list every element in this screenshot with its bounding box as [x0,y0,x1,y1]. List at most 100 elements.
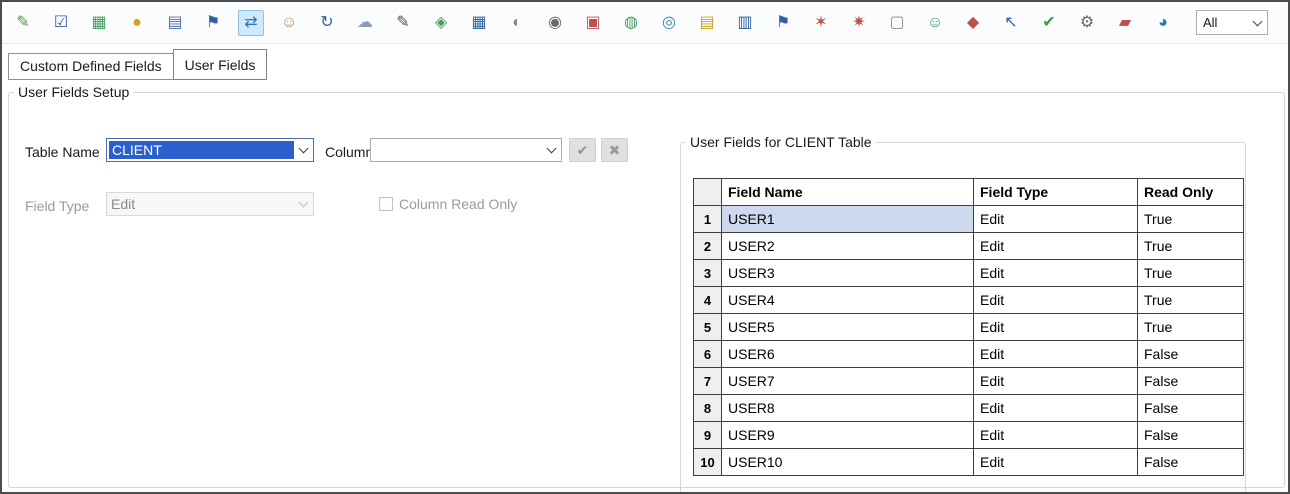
column-read-only-checkbox: Column Read Only [379,196,517,212]
read-only-cell[interactable]: False [1138,368,1244,395]
tab-user-fields[interactable]: User Fields [173,49,268,80]
chevron-down-icon[interactable] [542,139,561,161]
field-name-cell[interactable]: USER5 [722,314,974,341]
table-row: 8 USER8 Edit False [694,395,1244,422]
close-icon: ✖ [609,142,621,159]
field-name-cell[interactable]: USER10 [722,449,974,476]
table-row: 6 USER6 Edit False [694,341,1244,368]
grid-body: 1 USER1 Edit True 2 USER2 Edit True 3 US… [694,206,1244,476]
row-number-cell[interactable]: 2 [694,233,722,260]
diagram-icon[interactable]: ◈ [428,10,454,36]
row-number-cell[interactable]: 3 [694,260,722,287]
field-type-cell[interactable]: Edit [974,206,1138,233]
node-red2-icon[interactable]: ✷ [846,10,872,36]
gear-icon[interactable]: ⚙ [1074,10,1100,36]
printer-icon[interactable]: ▣ [580,10,606,36]
row-number-cell[interactable]: 4 [694,287,722,314]
grid-corner-cell[interactable] [694,179,722,206]
read-only-cell[interactable]: False [1138,395,1244,422]
flag-icon[interactable]: ⚑ [200,10,226,36]
field-name-cell[interactable]: USER8 [722,395,974,422]
table-header-row: Field Name Field Type Read Only [694,179,1244,206]
field-type-cell[interactable]: Edit [974,422,1138,449]
read-only-cell[interactable]: True [1138,287,1244,314]
cloud-icon[interactable]: ☁ [352,10,378,36]
node-red-icon[interactable]: ✶ [808,10,834,36]
database-icon[interactable]: ◍ [618,10,644,36]
pen-icon[interactable]: ✎ [390,10,416,36]
globe-icon[interactable]: ◎ [656,10,682,36]
table-row: 10 USER10 Edit False [694,449,1244,476]
field-type-cell[interactable]: Edit [974,260,1138,287]
read-only-cell[interactable]: True [1138,206,1244,233]
document-icon[interactable]: ▥ [732,10,758,36]
chart-icon[interactable]: ▦ [86,10,112,36]
read-only-cell[interactable]: True [1138,260,1244,287]
field-name-cell[interactable]: USER2 [722,233,974,260]
column-read-only-label: Column Read Only [399,196,517,212]
table-row: 2 USER2 Edit True [694,233,1244,260]
field-type-cell[interactable]: Edit [974,449,1138,476]
row-number-cell[interactable]: 9 [694,422,722,449]
table-row: 5 USER5 Edit True [694,314,1244,341]
user-fields-grid-group: User Fields for CLIENT Table Field Name … [680,134,1246,494]
column-combobox[interactable] [370,138,562,162]
user-fields-setup-title: User Fields Setup [14,84,133,100]
car-icon[interactable]: ▰ [1112,10,1138,36]
user-fields-table: Field Name Field Type Read Only 1 USER1 … [693,178,1244,476]
col-header-field-type[interactable]: Field Type [974,179,1138,206]
row-number-cell[interactable]: 7 [694,368,722,395]
copy-icon[interactable]: ▤ [162,10,188,36]
user-fields-icon[interactable]: ⇄ [238,10,264,36]
sphere-icon[interactable]: ◕ [1150,10,1176,36]
row-number-cell[interactable]: 1 [694,206,722,233]
camera-icon[interactable]: ◉ [542,10,568,36]
column-label: Column [325,144,373,160]
calendar-icon[interactable]: ▦ [466,10,492,36]
table-row: 1 USER1 Edit True [694,206,1244,233]
arrow-icon[interactable]: ↖ [998,10,1024,36]
field-name-cell[interactable]: USER9 [722,422,974,449]
field-name-cell[interactable]: USER4 [722,287,974,314]
field-name-cell[interactable]: USER7 [722,368,974,395]
field-name-cell[interactable]: USER1 [722,206,974,233]
read-only-cell[interactable]: False [1138,422,1244,449]
flag-blue-icon[interactable]: ⚑ [770,10,796,36]
clock-icon[interactable]: ◐ [504,10,530,36]
contact-icon[interactable]: ☺ [276,10,302,36]
toolbar-filter-value: All [1203,15,1217,30]
field-type-cell[interactable]: Edit [974,287,1138,314]
tasks-icon[interactable]: ☑ [48,10,74,36]
field-type-cell[interactable]: Edit [974,395,1138,422]
toolbar-filter-select[interactable]: All [1196,10,1268,35]
read-only-cell[interactable]: True [1138,233,1244,260]
read-only-cell[interactable]: True [1138,314,1244,341]
group-icon[interactable]: ☺ [922,10,948,36]
edit-icon[interactable]: ✎ [10,10,36,36]
invoice-icon[interactable]: ▤ [694,10,720,36]
field-type-cell[interactable]: Edit [974,314,1138,341]
row-number-cell[interactable]: 10 [694,449,722,476]
table-name-combobox[interactable]: CLIENT [106,138,314,162]
tab-custom-defined-fields[interactable]: Custom Defined Fields [8,53,174,80]
field-name-cell[interactable]: USER6 [722,341,974,368]
coins-icon[interactable]: ● [124,10,150,36]
col-header-read-only[interactable]: Read Only [1138,179,1244,206]
field-name-cell[interactable]: USER3 [722,260,974,287]
field-type-cell[interactable]: Edit [974,368,1138,395]
toolbar: ✎ ☑ ▦ ● ▤ ⚑ ⇄ ☺ ↻ ☁ ✎ ◈ ▦ ◐ ◉ ▣ ◍ ◎ ▤ ▥ ⚑ ✶ ✷ ▢ ☺ ◆ ↖ ✔ ⚙ ▰ ◕ All [2,2,1288,44]
field-type-cell[interactable]: Edit [974,233,1138,260]
field-type-cell[interactable]: Edit [974,341,1138,368]
read-only-cell[interactable]: False [1138,341,1244,368]
check-icon[interactable]: ✔ [1036,10,1062,36]
refresh-icon[interactable]: ↻ [314,10,340,36]
stamp-icon[interactable]: ◆ [960,10,986,36]
chevron-down-icon[interactable] [294,139,313,161]
file-icon[interactable]: ▢ [884,10,910,36]
table-name-label: Table Name [25,144,100,160]
read-only-cell[interactable]: False [1138,449,1244,476]
row-number-cell[interactable]: 6 [694,341,722,368]
row-number-cell[interactable]: 8 [694,395,722,422]
row-number-cell[interactable]: 5 [694,314,722,341]
col-header-field-name[interactable]: Field Name [722,179,974,206]
